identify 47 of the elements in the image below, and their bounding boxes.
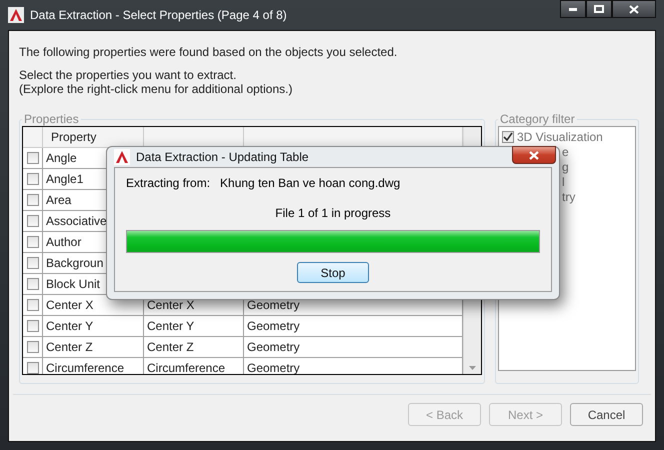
scroll-down-icon xyxy=(469,366,476,370)
minimize-button[interactable] xyxy=(560,0,586,18)
checkbox[interactable] xyxy=(26,194,38,206)
checkbox[interactable] xyxy=(26,173,38,185)
checkbox[interactable] xyxy=(26,215,38,227)
app-logo-icon xyxy=(114,149,130,165)
maximize-icon xyxy=(594,5,604,13)
table-cell: Circumference xyxy=(43,358,144,374)
group-legend: Category filter xyxy=(498,112,577,126)
close-icon xyxy=(529,150,539,160)
checkbox[interactable] xyxy=(26,362,38,374)
status-text: File 1 of 1 in progress xyxy=(274,206,392,220)
column-header[interactable]: Property xyxy=(43,127,144,148)
list-item[interactable]: l xyxy=(562,174,565,188)
close-button[interactable] xyxy=(512,146,556,164)
checkbox[interactable] xyxy=(26,236,38,248)
dialog-button[interactable]: Cancel xyxy=(570,403,643,426)
checkbox[interactable] xyxy=(502,130,514,142)
table-cell: Circumference xyxy=(144,358,244,374)
window-title: Data Extraction - Select Properties (Page 4 of 8) xyxy=(30,8,287,22)
checkbox[interactable] xyxy=(26,299,38,311)
table-cell: Center Y xyxy=(43,316,144,337)
list-item[interactable]: try xyxy=(562,190,576,204)
instruction-text: (Explore the right-click menu for additional options.) xyxy=(19,82,294,96)
minimize-icon xyxy=(569,8,577,10)
instruction-text: Select the properties you want to extract. xyxy=(19,68,238,82)
checkbox[interactable] xyxy=(26,341,38,353)
checkbox[interactable] xyxy=(26,320,38,332)
intro-text: The following properties were found based on the objects you selected. xyxy=(19,45,398,59)
app-logo-icon xyxy=(8,7,24,23)
list-item[interactable]: e xyxy=(562,144,569,158)
checkbox[interactable] xyxy=(26,257,38,269)
table-cell: Geometry xyxy=(244,316,463,337)
table-cell: Geometry xyxy=(244,337,463,358)
list-item[interactable]: g xyxy=(562,160,569,174)
table-cell: Center Z xyxy=(144,337,244,358)
maximize-button[interactable] xyxy=(586,0,612,18)
checkbox[interactable] xyxy=(26,278,38,290)
stop-button[interactable]: Stop xyxy=(297,262,369,283)
source-file: Khung ten Ban ve hoan cong.dwg xyxy=(220,176,400,190)
table-cell: Center Y xyxy=(144,316,244,337)
list-item[interactable]: 3D Visualization xyxy=(517,130,603,144)
checkbox[interactable] xyxy=(26,152,38,164)
close-button[interactable] xyxy=(612,0,656,18)
close-icon xyxy=(629,4,639,14)
group-legend: Properties xyxy=(22,112,81,126)
table-cell: Center Z xyxy=(43,337,144,358)
